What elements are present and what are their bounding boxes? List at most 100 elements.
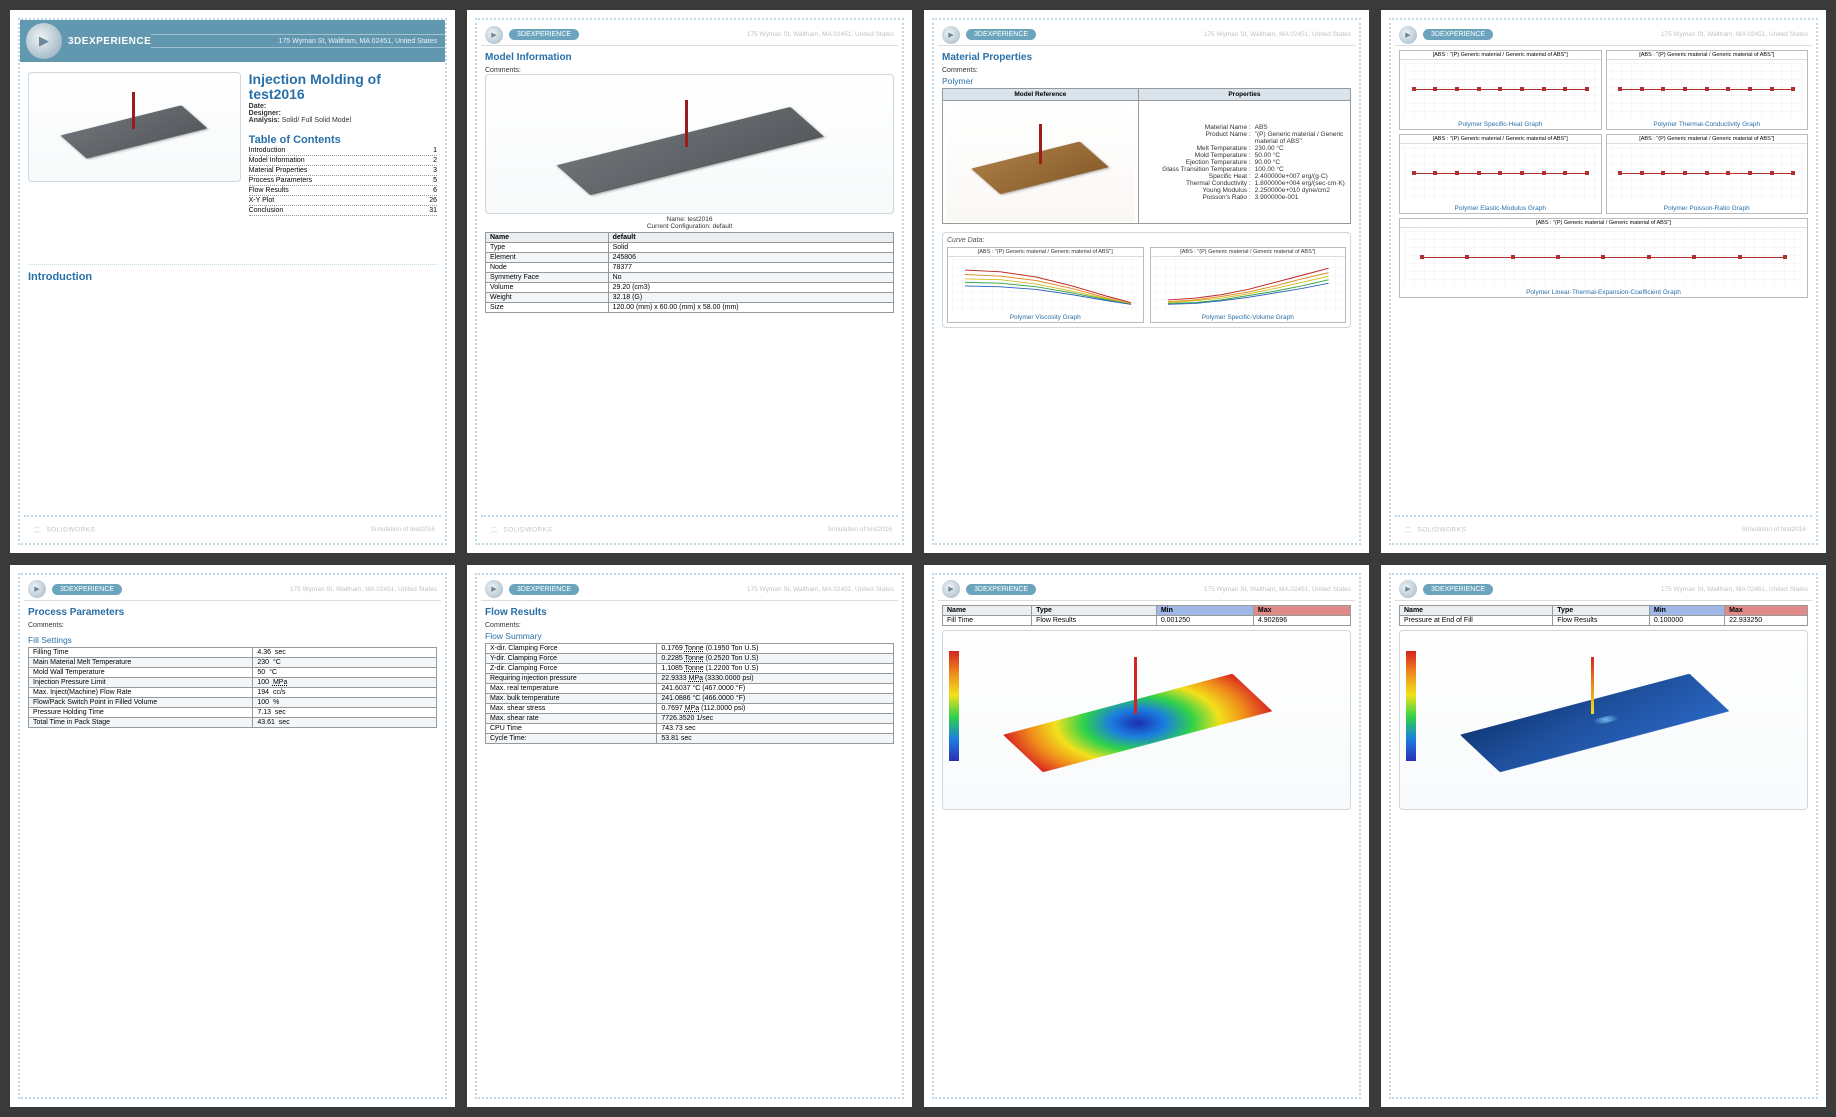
property-row: Specific Heat :2.400000e+007 erg/(g·C): [1142, 173, 1347, 180]
toc-title: Table of Contents: [249, 134, 437, 146]
polymer-label: Polymer: [942, 76, 1351, 86]
table-row: Filling Time4.36 sec: [29, 647, 437, 657]
brand-logo-icon: [1399, 26, 1417, 44]
pressure-render: [1399, 630, 1808, 810]
toc-row: Model Information2: [249, 156, 437, 166]
table-row: Weight32.18 (G): [486, 293, 894, 303]
property-row: Young Modulus :2.250000e+010 dyne/cm2: [1142, 187, 1347, 194]
brand-logo-icon: [1399, 580, 1417, 598]
comments-label: Comments:: [942, 67, 1351, 74]
cover-render: [28, 72, 241, 182]
page-1: 3DEXPERIENCE 175 Wyman St, Waltham, MA 0…: [10, 10, 455, 553]
toc-row: Introduction1: [249, 146, 437, 156]
color-legend: [1406, 651, 1416, 761]
table-row: Mold Wall Temperature50 °C: [29, 667, 437, 677]
analysis-value: Solid/ Full Solid Model: [282, 117, 351, 124]
specvol-chart: [ABS : "(P) Generic material / Generic m…: [1150, 247, 1347, 323]
toc-row: Material Properties3: [249, 166, 437, 176]
table-row: Volume29.20 (cm3): [486, 283, 894, 293]
table-row: Max. Inject(Machine) Flow Rate194 cc/s: [29, 687, 437, 697]
section-flow-results: Flow Results: [485, 607, 894, 618]
footer-text: Simulation of test2016: [1742, 526, 1806, 533]
table-row: Pressure Holding Time7.13 sec: [29, 707, 437, 717]
section-model-info: Model Information: [485, 52, 894, 63]
brand-logo-icon: [485, 26, 503, 44]
brand-logo-icon: [26, 23, 62, 59]
comments-label: Comments:: [28, 622, 437, 629]
property-graph: [ABS : "(P) Generic material / Generic m…: [1606, 134, 1809, 214]
page-2: 3DEXPERIENCE 175 Wyman St, Waltham, MA 0…: [467, 10, 912, 553]
page-8: 3DEXPERIENCE 175 Wyman St, Waltham, MA 0…: [1381, 565, 1826, 1108]
page-5: 3DEXPERIENCE 175 Wyman St, Waltham, MA 0…: [10, 565, 455, 1108]
color-legend: [949, 651, 959, 761]
brand-address: 175 Wyman St, Waltham, MA 02451, United …: [128, 586, 437, 593]
model-render: [485, 74, 894, 214]
brand-name: 3DEXPERIENCE: [966, 584, 1036, 595]
brand-logo-icon: [942, 26, 960, 44]
table-row: Symmetry FaceNo: [486, 273, 894, 283]
property-graph: [ABS : "(P) Generic material / Generic m…: [1399, 50, 1602, 130]
viscosity-chart: [ABS : "(P) Generic material / Generic m…: [947, 247, 1144, 323]
table-row: Cycle Time:53.81 sec: [486, 733, 894, 743]
model-config: Current Configuration: default: [485, 223, 894, 230]
analysis-label: Analysis:: [249, 117, 280, 124]
property-graph: [ABS : "(P) Generic material / Generic m…: [1399, 218, 1808, 298]
table-row: Node78377: [486, 263, 894, 273]
table-row: Max. bulk temperature241.0886 °C (466.00…: [486, 693, 894, 703]
result-header-table: Name Type Min Max Fill Time Flow Results…: [942, 605, 1351, 626]
table-row: Injection Pressure Limit100 MPa: [29, 677, 437, 687]
table-row: TypeSolid: [486, 243, 894, 253]
brand-name: 3DEXPERIENCE: [68, 36, 151, 47]
property-row: Ejection Temperature :90.00 °C: [1142, 159, 1347, 166]
brand-address: 175 Wyman St, Waltham, MA 02451, United …: [1042, 31, 1351, 38]
comments-label: Comments:: [485, 67, 894, 74]
table-row: Main Material Melt Temperature230 °C: [29, 657, 437, 667]
table-row: Size120.00 (mm) x 60.00 (mm) x 58.00 (mm…: [486, 303, 894, 313]
property-graph: [ABS : "(P) Generic material / Generic m…: [1399, 134, 1602, 214]
property-row: Poisson's Ratio :3.900000e-001: [1142, 194, 1347, 201]
property-row: Glass Transition Temperature :100.00 °C: [1142, 166, 1347, 173]
table-row: Y-dir. Clamping Force0.2285 Tonne (0.252…: [486, 653, 894, 663]
fill-settings-table: Filling Time4.36 secMain Material Melt T…: [28, 647, 437, 728]
flow-summary-title: Flow Summary: [485, 631, 894, 641]
property-row: Mold Temperature :50.00 °C: [1142, 152, 1347, 159]
brand-logo-icon: [485, 580, 503, 598]
page-3: 3DEXPERIENCE 175 Wyman St, Waltham, MA 0…: [924, 10, 1369, 553]
flow-summary-table: X-dir. Clamping Force0.1769 Tonne (0.195…: [485, 643, 894, 744]
brand-logo-icon: [942, 580, 960, 598]
brand-address: 175 Wyman St, Waltham, MA 02451, United …: [585, 586, 894, 593]
table-row: Max. real temperature241.6037 °C (467.00…: [486, 683, 894, 693]
brand-address: 175 Wyman St, Waltham, MA 02451, United …: [585, 31, 894, 38]
table-row: Max. shear stress0.7697 MPa (112.0000 ps…: [486, 703, 894, 713]
property-row: Melt Temperature :230.00 °C: [1142, 145, 1347, 152]
section-introduction: Introduction: [28, 271, 437, 283]
table-row: Requiring injection pressure22.9333 MPa …: [486, 673, 894, 683]
toc-row: Flow Results6: [249, 186, 437, 196]
table-row: X-dir. Clamping Force0.1769 Tonne (0.195…: [486, 643, 894, 653]
result-header-table: Name Type Min Max Pressure at End of Fil…: [1399, 605, 1808, 626]
date-label: Date:: [249, 103, 267, 110]
table-row: Total Time in Pack Stage43.61 sec: [29, 717, 437, 727]
material-table: Model ReferenceProperties Material Name …: [942, 88, 1351, 224]
page-4: 3DEXPERIENCE 175 Wyman St, Waltham, MA 0…: [1381, 10, 1826, 553]
table-row: Element245806: [486, 253, 894, 263]
table-row: Max. shear rate7726.3520 1/sec: [486, 713, 894, 723]
brand-name: 3DEXPERIENCE: [1423, 29, 1493, 40]
brand-name: 3DEXPERIENCE: [509, 584, 579, 595]
brand-address: 175 Wyman St, Waltham, MA 02451, United …: [1042, 586, 1351, 593]
brand-name: 3DEXPERIENCE: [509, 29, 579, 40]
brand-address: 175 Wyman St, Waltham, MA 02451, United …: [1499, 31, 1808, 38]
model-info-table: Namedefault TypeSolidElement245806Node78…: [485, 232, 894, 313]
section-material-props: Material Properties: [942, 52, 1351, 63]
toc-row: Process Parameters5: [249, 176, 437, 186]
property-row: Product Name :"(P) Generic material / Ge…: [1142, 131, 1347, 145]
section-process-params: Process Parameters: [28, 607, 437, 618]
report-title: Injection Molding of test2016: [249, 72, 437, 103]
report-pages-grid: 3DEXPERIENCE 175 Wyman St, Waltham, MA 0…: [10, 10, 1826, 1107]
brand-address: 175 Wyman St, Waltham, MA 02451, United …: [1499, 586, 1808, 593]
brand-name: 3DEXPERIENCE: [1423, 584, 1493, 595]
table-row: Flow/Pack Switch Point in Filled Volume1…: [29, 697, 437, 707]
comments-label: Comments:: [485, 622, 894, 629]
curve-data-label: Curve Data:: [947, 237, 1346, 244]
brand-logo-icon: [28, 580, 46, 598]
